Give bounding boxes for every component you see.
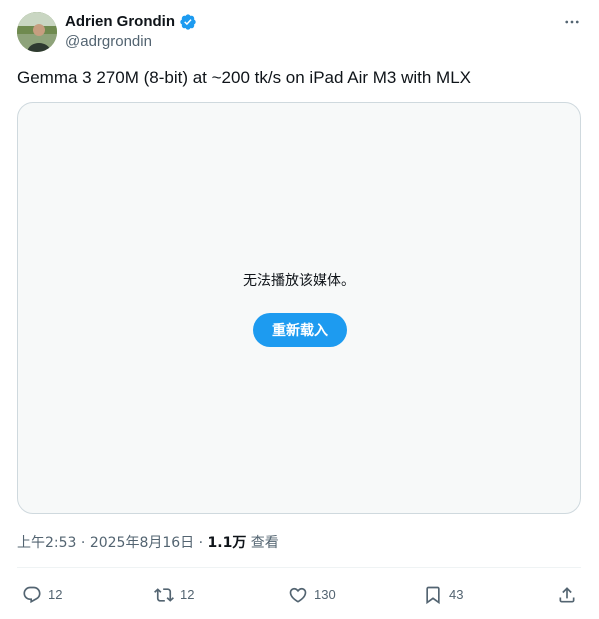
author-name-row: Adrien Grondin bbox=[65, 12, 197, 32]
meta-separator: · bbox=[76, 535, 90, 551]
reply-button[interactable]: 12 bbox=[22, 584, 62, 606]
media-error-message: 无法播放该媒体。 bbox=[243, 273, 355, 289]
avatar-image bbox=[17, 12, 57, 52]
bookmark-icon bbox=[426, 586, 440, 605]
tweet-text: Gemma 3 270M (8-bit) at ~200 tk/s on iPa… bbox=[17, 68, 471, 87]
avatar[interactable] bbox=[17, 12, 57, 52]
more-icon bbox=[565, 20, 579, 24]
bookmark-count: 43 bbox=[449, 587, 464, 602]
author-display-name[interactable]: Adrien Grondin bbox=[65, 12, 175, 32]
bookmark-button[interactable]: 43 bbox=[423, 584, 463, 606]
meta-separator: · bbox=[194, 535, 208, 551]
reply-icon bbox=[23, 586, 41, 604]
tweet-date[interactable]: 2025年8月16日 bbox=[90, 535, 194, 551]
retweet-button[interactable]: 12 bbox=[154, 584, 194, 606]
reply-count: 12 bbox=[48, 587, 63, 602]
views-label: 查看 bbox=[246, 535, 279, 551]
like-icon bbox=[289, 587, 307, 603]
retweet-icon bbox=[154, 588, 174, 602]
share-button[interactable] bbox=[557, 584, 577, 606]
views-count: 1.1万 bbox=[207, 535, 247, 551]
more-button[interactable] bbox=[560, 12, 584, 32]
share-icon bbox=[559, 587, 575, 603]
tweet-meta: 上午2:53 · 2025年8月16日 · 1.1万 查看 bbox=[17, 533, 279, 553]
tweet-time[interactable]: 上午2:53 bbox=[17, 535, 76, 551]
reload-button[interactable]: 重新载入 bbox=[253, 313, 347, 347]
like-button[interactable]: 130 bbox=[288, 584, 336, 606]
like-count: 130 bbox=[314, 587, 336, 602]
media-player[interactable]: 无法播放该媒体。 重新载入 bbox=[17, 102, 581, 514]
verified-badge-icon bbox=[179, 13, 197, 31]
author-handle[interactable]: @adrgrondin bbox=[65, 32, 152, 52]
divider bbox=[17, 567, 581, 568]
retweet-count: 12 bbox=[180, 587, 195, 602]
